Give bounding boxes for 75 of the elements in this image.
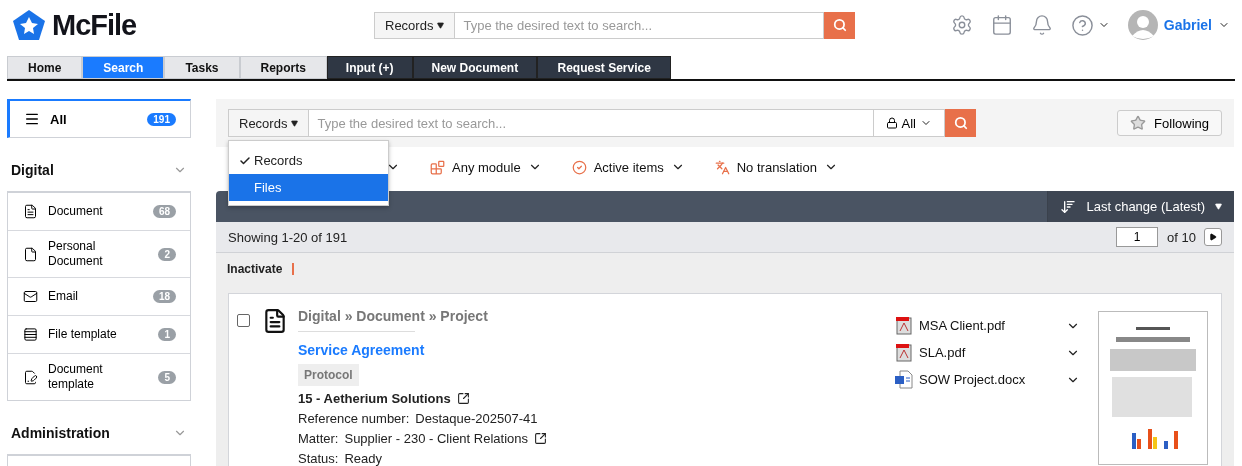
caret-icon (437, 21, 445, 29)
scope-dropdown[interactable]: Records (374, 11, 456, 39)
check-circle-icon (571, 159, 587, 175)
user-menu[interactable]: Gabriel (1163, 17, 1230, 33)
filter-dropdown[interactable]: Any module (430, 159, 542, 175)
menu-item[interactable]: Records (229, 147, 388, 174)
nav-tab[interactable]: Request Service (537, 56, 672, 79)
external-link-icon[interactable] (534, 432, 547, 445)
logo-icon (12, 9, 46, 41)
list-icon (23, 327, 38, 342)
company-name: 15 - Aetherium Solutions (298, 391, 451, 406)
sort-icon (1060, 198, 1077, 215)
record-tag: Protocol (298, 364, 359, 386)
document-icon (262, 308, 288, 334)
nav-tab[interactable]: Home (7, 56, 83, 79)
section-header[interactable]: Administration (7, 425, 191, 441)
translate-icon (714, 159, 730, 175)
calendar-icon[interactable] (990, 14, 1013, 36)
access-dropdown[interactable]: All (873, 109, 945, 137)
page-field[interactable]: 1 (1116, 227, 1159, 247)
filter-dropdown[interactable]: Active items (571, 159, 685, 175)
star-icon (1130, 115, 1147, 131)
mail-icon (23, 289, 38, 304)
search-button[interactable] (945, 109, 976, 137)
signed-document-icon (23, 369, 38, 385)
filter-dropdown[interactable]: No translation (714, 159, 838, 175)
menu-item[interactable]: Files (229, 174, 388, 201)
field-value: Supplier - 230 - Client Relations (344, 431, 528, 446)
document-icon (23, 204, 38, 219)
sort-dropdown[interactable]: Last change (Latest) (1047, 191, 1234, 222)
pdf-file-icon (895, 316, 913, 335)
nav-tab[interactable]: New Document (412, 56, 538, 79)
search-field[interactable]: Type the desired text to search... (309, 109, 874, 137)
nav-tab[interactable]: Tasks (164, 56, 240, 79)
page-total: of 10 (1167, 229, 1196, 245)
all-filter[interactable]: All 191 (7, 99, 191, 138)
menu-icon (24, 111, 40, 127)
file-link[interactable]: SLA.pdf (919, 345, 966, 360)
pdf-file-icon (895, 343, 913, 362)
blocks-icon (430, 159, 445, 175)
next-page-button[interactable] (1204, 228, 1222, 246)
search-icon (832, 18, 847, 32)
breadcrumb: Digital » Document » Project (298, 308, 488, 324)
word-file-icon (895, 370, 913, 389)
search-field[interactable]: Type the desired text to search... (455, 11, 824, 39)
field-label: Status: (298, 451, 339, 466)
field-label: Reference number: (298, 411, 410, 426)
file-link[interactable]: MSA Client.pdf (919, 318, 1005, 333)
results-count: Showing 1-20 of 191 (228, 229, 348, 245)
nav-tab[interactable]: Search (82, 56, 165, 79)
field-value: Ready (344, 451, 383, 466)
bell-icon[interactable] (1030, 14, 1053, 36)
search-button[interactable] (824, 11, 855, 39)
scope-dropdown[interactable]: Records (228, 109, 310, 137)
help-icon[interactable] (1070, 13, 1094, 37)
play-icon (1209, 233, 1217, 241)
inactivate-action[interactable]: Inactivate (227, 261, 283, 276)
file-icon (23, 246, 38, 262)
record-title-link[interactable]: Service Agreement (298, 342, 547, 358)
check-icon (239, 154, 251, 167)
following-button[interactable]: Following (1117, 110, 1222, 136)
nav-tab[interactable]: Reports (239, 56, 327, 79)
settings-icon[interactable] (950, 14, 973, 36)
logo-text: McFile (52, 8, 137, 42)
search-icon (953, 116, 968, 130)
field-value: Destaque-202507-41 (415, 411, 538, 426)
nav-tab[interactable]: Input (+) (326, 56, 413, 79)
record-checkbox[interactable] (237, 314, 250, 327)
file-link[interactable]: SOW Project.docx (919, 372, 1026, 387)
section-header[interactable]: Digital (7, 162, 191, 178)
caret-icon (291, 119, 299, 127)
caret-icon (1215, 203, 1222, 210)
field-label: Matter: (298, 431, 339, 446)
external-link-icon[interactable] (456, 392, 470, 405)
lock-icon (885, 117, 898, 129)
